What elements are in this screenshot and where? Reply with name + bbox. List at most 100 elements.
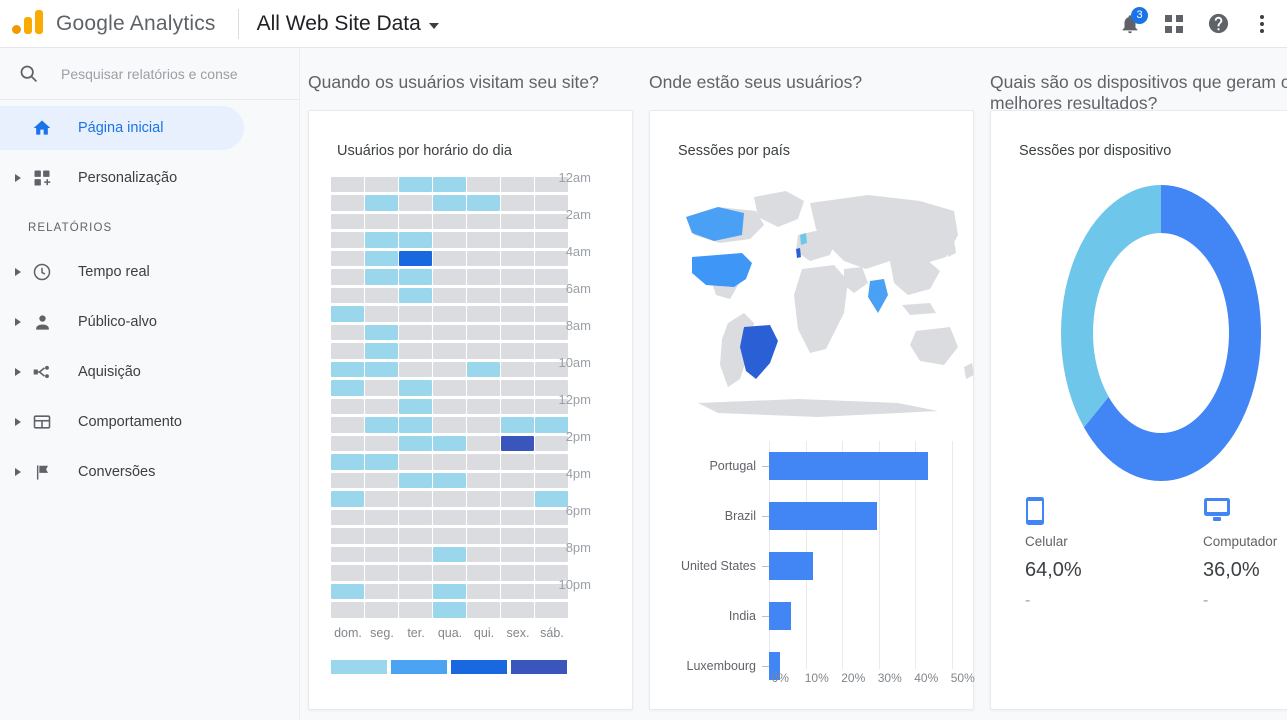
- heatmap-cell[interactable]: [399, 306, 432, 322]
- expand-arrow-icon[interactable]: [8, 318, 28, 326]
- heatmap-cell[interactable]: [399, 213, 432, 230]
- heatmap-cell[interactable]: [365, 472, 398, 489]
- heatmap-cell[interactable]: [433, 324, 466, 341]
- heatmap-cell[interactable]: [399, 472, 432, 489]
- heatmap-cell[interactable]: [365, 177, 398, 193]
- heatmap-cell[interactable]: [433, 472, 466, 489]
- heatmap-cell[interactable]: [501, 491, 534, 507]
- heatmap-cell[interactable]: [365, 269, 398, 285]
- heatmap-cell[interactable]: [365, 583, 398, 600]
- heatmap-cell[interactable]: [331, 306, 364, 322]
- heatmap-cell[interactable]: [365, 232, 398, 248]
- sidebar-item-aquisicao[interactable]: Aquisição: [0, 350, 244, 394]
- donut-slice[interactable]: [1061, 185, 1161, 428]
- sidebar-item-personalizacao[interactable]: Personalização: [0, 156, 244, 200]
- notifications-bell-icon[interactable]: 3: [1117, 6, 1148, 37]
- heatmap-cell[interactable]: [365, 343, 398, 359]
- heatmap-cell[interactable]: [399, 177, 432, 193]
- heatmap-cell[interactable]: [501, 454, 534, 470]
- heatmap-cell[interactable]: [501, 380, 534, 396]
- heatmap-cell[interactable]: [501, 435, 534, 452]
- heatmap-cell[interactable]: [467, 417, 500, 433]
- heatmap-cell[interactable]: [467, 565, 500, 581]
- expand-arrow-icon[interactable]: [8, 418, 28, 426]
- property-selector[interactable]: All Web Site Data: [257, 12, 439, 36]
- sidebar-search-row[interactable]: [0, 48, 299, 100]
- heatmap-cell[interactable]: [331, 565, 364, 581]
- heatmap-cell[interactable]: [365, 546, 398, 563]
- heatmap-cell[interactable]: [331, 454, 364, 470]
- heatmap-cell[interactable]: [467, 398, 500, 415]
- heatmap-cell[interactable]: [467, 287, 500, 304]
- heatmap-cell[interactable]: [467, 213, 500, 230]
- heatmap-cell[interactable]: [399, 454, 432, 470]
- sidebar-item-conversoes[interactable]: Conversões: [0, 450, 244, 494]
- heatmap-cell[interactable]: [399, 398, 432, 415]
- heatmap-cell[interactable]: [331, 546, 364, 563]
- heatmap-cell[interactable]: [365, 491, 398, 507]
- bar-fill[interactable]: [769, 452, 929, 480]
- sidebar-item-tempo-real[interactable]: Tempo real: [0, 250, 244, 294]
- heatmap-cell[interactable]: [331, 435, 364, 452]
- heatmap-cell[interactable]: [331, 602, 364, 618]
- heatmap-cell[interactable]: [433, 287, 466, 304]
- heatmap-cell[interactable]: [399, 583, 432, 600]
- heatmap-cell[interactable]: [331, 213, 364, 230]
- heatmap-cell[interactable]: [501, 213, 534, 230]
- heatmap-cell[interactable]: [501, 398, 534, 415]
- heatmap-cell[interactable]: [467, 343, 500, 359]
- heatmap-cell[interactable]: [467, 324, 500, 341]
- sidebar-item-comportamento[interactable]: Comportamento: [0, 400, 244, 444]
- heatmap-cell[interactable]: [433, 509, 466, 526]
- heatmap-cell[interactable]: [501, 343, 534, 359]
- world-map[interactable]: [658, 173, 978, 423]
- heatmap-cell[interactable]: [399, 343, 432, 359]
- heatmap-cell[interactable]: [433, 361, 466, 378]
- heatmap-cell[interactable]: [399, 528, 432, 544]
- heatmap-cell[interactable]: [467, 232, 500, 248]
- heatmap-cell[interactable]: [467, 454, 500, 470]
- heatmap-cell[interactable]: [433, 195, 466, 211]
- heatmap-cell[interactable]: [433, 343, 466, 359]
- heatmap-cell[interactable]: [365, 195, 398, 211]
- heatmap-cell[interactable]: [501, 528, 534, 544]
- heatmap-cell[interactable]: [467, 195, 500, 211]
- heatmap-cell[interactable]: [399, 324, 432, 341]
- heatmap-cell[interactable]: [399, 250, 432, 267]
- heatmap-cell[interactable]: [399, 287, 432, 304]
- bar-fill[interactable]: [769, 602, 791, 630]
- heatmap-cell[interactable]: [467, 361, 500, 378]
- heatmap-cell[interactable]: [467, 250, 500, 267]
- heatmap-cell[interactable]: [331, 361, 364, 378]
- heatmap-cell[interactable]: [433, 417, 466, 433]
- heatmap-cell[interactable]: [365, 454, 398, 470]
- heatmap-cell[interactable]: [365, 509, 398, 526]
- heatmap-cell[interactable]: [399, 435, 432, 452]
- sidebar-item-publico-alvo[interactable]: Público-alvo: [0, 300, 244, 344]
- heatmap-cell[interactable]: [501, 306, 534, 322]
- heatmap-cell[interactable]: [399, 195, 432, 211]
- heatmap-cell[interactable]: [501, 417, 534, 433]
- bar-fill[interactable]: [769, 552, 813, 580]
- heatmap-cell[interactable]: [433, 269, 466, 285]
- bar-chart-row[interactable]: United States: [650, 541, 990, 591]
- heatmap-cell[interactable]: [399, 361, 432, 378]
- heatmap-cell[interactable]: [399, 491, 432, 507]
- heatmap-cell[interactable]: [501, 250, 534, 267]
- heatmap-cell[interactable]: [467, 509, 500, 526]
- heatmap-cell[interactable]: [365, 398, 398, 415]
- heatmap-cell[interactable]: [467, 380, 500, 396]
- heatmap-cell[interactable]: [501, 195, 534, 211]
- bar-chart-row[interactable]: Brazil: [650, 491, 990, 541]
- heatmap-cell[interactable]: [501, 361, 534, 378]
- heatmap-cell[interactable]: [433, 306, 466, 322]
- heatmap-cell[interactable]: [501, 602, 534, 618]
- heatmap-cell[interactable]: [433, 435, 466, 452]
- heatmap-cell[interactable]: [365, 602, 398, 618]
- expand-arrow-icon[interactable]: [8, 468, 28, 476]
- heatmap-cell[interactable]: [433, 177, 466, 193]
- heatmap-cell[interactable]: [467, 472, 500, 489]
- heatmap-cell[interactable]: [365, 306, 398, 322]
- heatmap-cell[interactable]: [433, 565, 466, 581]
- heatmap-cell[interactable]: [365, 417, 398, 433]
